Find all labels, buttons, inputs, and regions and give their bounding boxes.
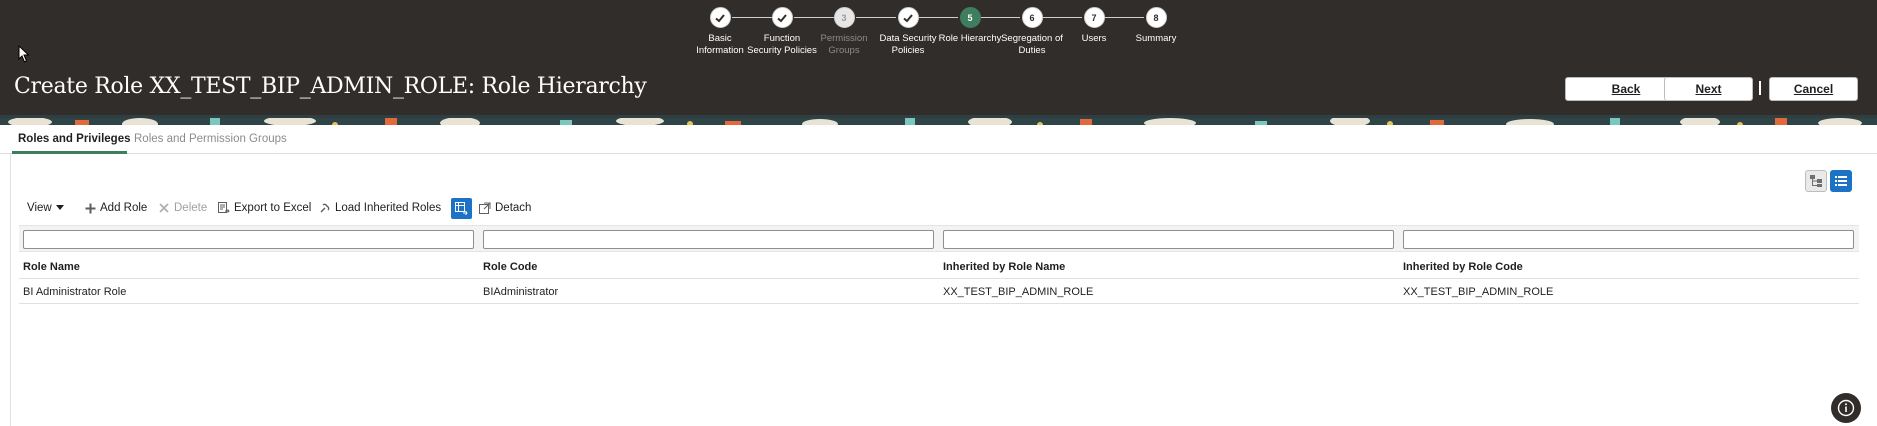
list-view-button[interactable] (1830, 170, 1852, 192)
detach-icon (479, 202, 491, 214)
page-header: Basic Information Function Security Poli… (0, 0, 1877, 115)
detach-label: Detach (495, 202, 532, 214)
train-step-number: 8 (1145, 7, 1167, 28)
train-step-number: 6 (1021, 7, 1043, 28)
list-icon (1835, 176, 1847, 186)
banner-pattern-icon (0, 115, 1877, 125)
filter-role-code-input[interactable] (483, 230, 934, 249)
plus-icon (84, 202, 96, 214)
freeze-columns-button[interactable] (451, 198, 472, 219)
train-step-number: 5 (959, 7, 981, 28)
query-by-example-row (19, 225, 1859, 252)
tab-roles-and-permission-groups[interactable]: Roles and Permission Groups (134, 133, 287, 145)
column-header-inherited-by-role-code[interactable]: Inherited by Role Code (1403, 261, 1523, 273)
add-role-label: Add Role (100, 202, 148, 214)
cancel-button[interactable]: Cancel (1769, 77, 1858, 101)
link-icon (319, 202, 331, 214)
hierarchy-icon (1810, 175, 1822, 187)
button-separator (1759, 81, 1761, 95)
filter-inherited-role-name-input[interactable] (943, 230, 1394, 249)
detach-button[interactable]: Detach (479, 198, 531, 218)
check-icon (897, 7, 919, 28)
cell-inherited-by-role-code: XX_TEST_BIP_ADMIN_ROLE (1403, 286, 1554, 298)
load-inherited-roles-button[interactable]: Load Inherited Roles (319, 198, 441, 218)
train-step-summary[interactable]: 8 Summary (1111, 7, 1201, 45)
table-header: Role Name Role Code Inherited by Role Na… (19, 255, 1859, 279)
column-header-role-code[interactable]: Role Code (483, 261, 537, 273)
add-role-button[interactable]: Add Role (84, 198, 147, 218)
check-icon (709, 7, 731, 28)
delete-label: Delete (174, 202, 208, 214)
filter-inherited-role-code-input[interactable] (1403, 230, 1854, 249)
tab-roles-and-privileges[interactable]: Roles and Privileges (18, 133, 131, 145)
train-step-label: Summary (1135, 33, 1177, 44)
export-to-excel-button[interactable]: Export to Excel (218, 198, 311, 218)
column-header-inherited-by-role-name[interactable]: Inherited by Role Name (943, 261, 1065, 273)
freeze-icon (455, 202, 468, 215)
info-icon (1837, 399, 1855, 417)
cell-inherited-by-role-name: XX_TEST_BIP_ADMIN_ROLE (943, 286, 1094, 298)
table-row[interactable]: BI Administrator Role BIAdministrator XX… (19, 280, 1859, 304)
export-icon (218, 202, 230, 214)
next-button[interactable]: Next (1664, 77, 1753, 101)
train-step-number: 3 (833, 7, 855, 28)
chevron-down-icon (55, 205, 64, 210)
view-menu-button[interactable]: View (27, 198, 64, 218)
hierarchy-view-button[interactable] (1805, 170, 1827, 192)
delete-x-icon (158, 202, 170, 214)
mouse-cursor-icon (18, 45, 30, 63)
export-label: Export to Excel (234, 202, 312, 214)
help-button[interactable] (1831, 393, 1861, 423)
delete-button[interactable]: Delete (158, 198, 207, 218)
process-train: Basic Information Function Security Poli… (0, 0, 1877, 70)
cell-role-name: BI Administrator Role (23, 286, 127, 298)
check-icon (771, 7, 793, 28)
view-menu-label: View (27, 202, 52, 214)
filter-role-name-input[interactable] (23, 230, 474, 249)
train-step-number: 7 (1083, 7, 1105, 28)
decorative-banner (0, 115, 1877, 125)
cell-role-code: BIAdministrator (483, 286, 559, 298)
column-header-role-name[interactable]: Role Name (23, 261, 80, 273)
page-title: Create Role XX_TEST_BIP_ADMIN_ROLE: Role… (14, 74, 647, 99)
load-inherited-label: Load Inherited Roles (335, 202, 442, 214)
tab-bar: Roles and Privileges Roles and Permissio… (0, 125, 1877, 154)
